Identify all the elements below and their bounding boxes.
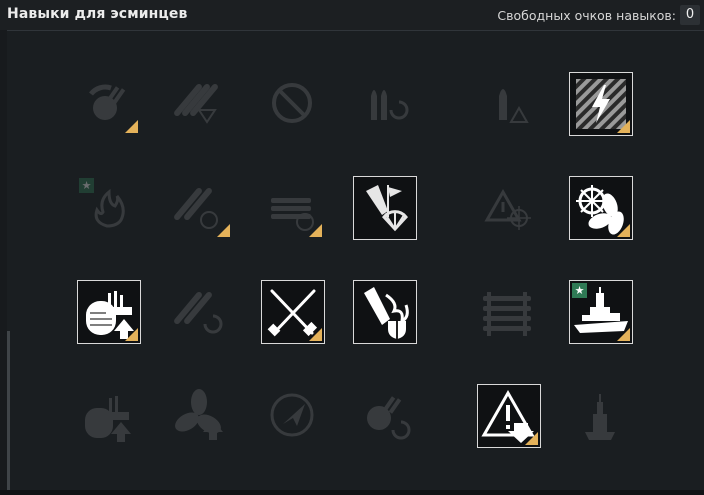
skill-slot-r3c4[interactable] [353,280,417,344]
skill-slot-r1c2[interactable] [169,72,233,136]
skill-slot-r4c2[interactable] [169,384,233,448]
tubes-stack-icon [483,292,531,336]
lightning-hazard-icon [576,79,626,129]
aa-upgrade-icon [85,396,131,442]
skill-slot-r2c1[interactable]: ★ [77,176,141,240]
skill-slot-r4c5[interactable] [477,384,541,448]
radar-arrow-icon [270,393,314,437]
aa-gunner-swing-icon [89,84,126,120]
aa-gunner-upgrade-icon [86,291,134,339]
warning-down-arrow-icon [481,389,535,443]
aa-swing-reload-icon [367,396,411,440]
tubes-timer-icon [271,198,314,231]
skill-slot-r1c6[interactable] [569,72,633,136]
free-points-label: Свободных очков навыков: [497,8,676,23]
shell-warning-icon [499,89,529,123]
skill-slot-r4c1[interactable] [77,384,141,448]
header-bar: Навыки для эсминцев Свободных очков навы… [0,0,704,30]
crossed-tools-icon [267,289,318,337]
torpedo-reload-icon [174,291,223,334]
propeller-upgrade-icon [175,389,223,440]
skill-slot-r1c4[interactable] [353,72,417,136]
star-badge-icon: ★ [572,283,587,298]
skill-slot-r4c6[interactable] [569,384,633,448]
skill-slot-r1c3[interactable] [261,72,325,136]
shell-flag-fan-icon [366,185,408,232]
skill-slot-r4c3[interactable] [261,384,325,448]
skill-slot-r2c3[interactable] [261,176,325,240]
shells-reload-icon [371,90,409,120]
star-badge-icon: ★ [79,178,94,193]
warning-crosshair-icon [484,188,531,230]
skill-slot-r3c6[interactable]: ★ [569,280,633,344]
skill-slot-r3c3[interactable] [261,280,325,344]
page-title: Навыки для эсминцев [7,6,188,22]
skill-slot-r3c1[interactable] [77,280,141,344]
skill-slot-r2c6[interactable] [569,176,633,240]
skill-slot-r2c4[interactable] [353,176,417,240]
panel-scroll-edge [7,331,10,491]
free-points-value: 0 [680,5,700,25]
torpedo-timer-icon [174,187,218,229]
shell-fire-shield-icon [364,287,409,339]
skill-slot-r3c2[interactable] [169,280,233,344]
skill-slot-r1c5[interactable] [477,72,541,136]
helm-propeller-icon [576,185,624,235]
prohibited-circle-icon [272,83,312,123]
bottom-edge [0,490,704,495]
skill-slot-r3c5[interactable] [477,280,541,344]
skill-slot-r2c2[interactable] [169,176,233,240]
skill-slot-r2c5[interactable] [477,176,541,240]
ship-silhouette-icon [585,394,615,440]
skill-slot-r4c4[interactable] [353,384,417,448]
skill-slot-r1c1[interactable] [77,72,141,136]
torpedo-triple-arrow-icon [174,83,218,124]
